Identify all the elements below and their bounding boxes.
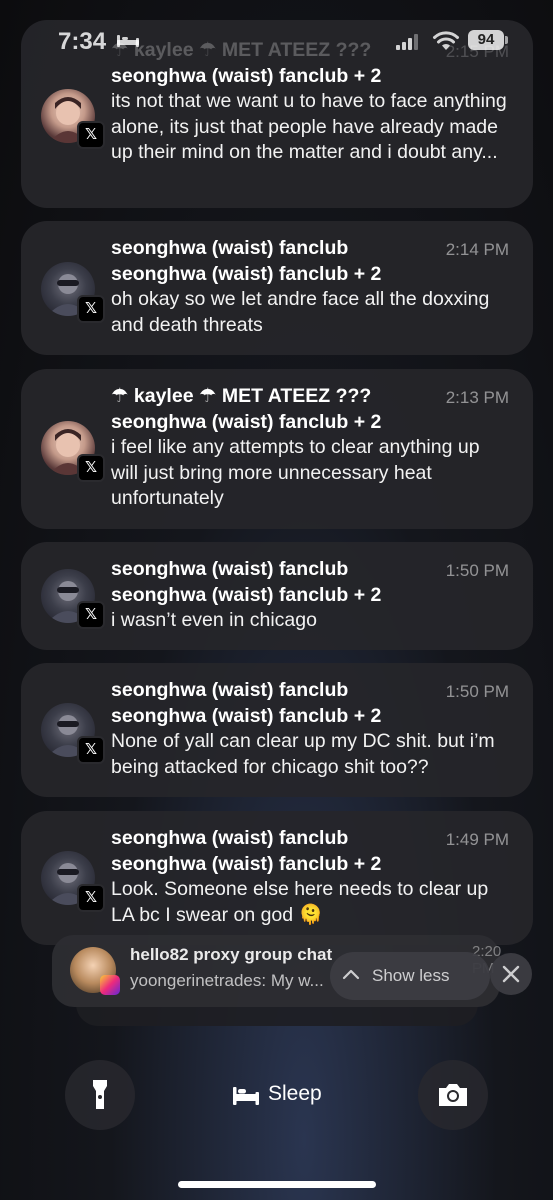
show-less-label: Show less bbox=[372, 966, 450, 985]
battery-indicator: 94 bbox=[468, 30, 504, 50]
wifi-icon bbox=[433, 31, 459, 50]
notification-body: i wasn’t even in chicago bbox=[111, 609, 317, 631]
notification-card-6[interactable]: 𝕏 seonghwa (waist) fanclub seonghwa (wai… bbox=[21, 811, 533, 945]
notification-time: 1:50 PM bbox=[445, 561, 509, 580]
x-app-icon: 𝕏 bbox=[77, 884, 105, 912]
notification-body: i feel like any attempts to clear anythi… bbox=[111, 436, 480, 509]
notification-body: oh okay so we let andre face all the dox… bbox=[111, 288, 490, 336]
notification-body: Look. Someone else here needs to clear u… bbox=[111, 878, 489, 926]
status-bar: 7:34 94 bbox=[0, 0, 553, 80]
bed-icon bbox=[233, 1087, 259, 1105]
clear-notifications-button[interactable] bbox=[490, 953, 532, 995]
notification-time: 2:13 PM bbox=[445, 388, 509, 407]
flashlight-icon bbox=[93, 1080, 107, 1109]
notification-group: seonghwa (waist) fanclub + 2 bbox=[111, 704, 382, 727]
status-time: 7:34 bbox=[58, 28, 107, 55]
notification-time: 1:49 PM bbox=[445, 830, 509, 849]
x-app-icon: 𝕏 bbox=[77, 121, 105, 149]
battery-nub bbox=[505, 36, 508, 44]
flashlight-button[interactable] bbox=[65, 1060, 135, 1130]
camera-icon bbox=[439, 1084, 467, 1106]
show-less-button[interactable]: Show less bbox=[330, 952, 490, 1000]
notification-group: seonghwa (waist) fanclub + 2 bbox=[111, 262, 382, 285]
notification-card-3[interactable]: 𝕏 ☂ kaylee ☂ MET ATEEZ ??? seonghwa (wai… bbox=[21, 369, 533, 529]
notification-body: None of yall can clear up my DC shit. bu… bbox=[111, 730, 495, 778]
home-indicator[interactable] bbox=[178, 1181, 376, 1188]
cellular-signal-icon bbox=[396, 34, 418, 50]
notification-group: seonghwa (waist) fanclub + 2 bbox=[111, 583, 382, 606]
sleep-focus-icon bbox=[117, 35, 139, 47]
sleep-label: Sleep bbox=[268, 1082, 322, 1105]
x-app-icon: 𝕏 bbox=[77, 295, 105, 323]
notification-body: its not that we want u to have to face a… bbox=[111, 90, 507, 163]
x-app-icon: 𝕏 bbox=[77, 736, 105, 764]
instagram-app-icon bbox=[100, 975, 120, 995]
notification-group: seonghwa (waist) fanclub + 2 bbox=[111, 852, 382, 875]
notification-time: 2:14 PM bbox=[445, 240, 509, 259]
x-app-icon: 𝕏 bbox=[77, 601, 105, 629]
notification-card-4[interactable]: 𝕏 seonghwa (waist) fanclub seonghwa (wai… bbox=[21, 542, 533, 650]
close-icon bbox=[502, 965, 520, 983]
notification-card-5[interactable]: 𝕏 seonghwa (waist) fanclub seonghwa (wai… bbox=[21, 663, 533, 797]
notification-group: seonghwa (waist) fanclub + 2 bbox=[111, 410, 382, 433]
notification-card-2[interactable]: 𝕏 seonghwa (waist) fanclub seonghwa (wai… bbox=[21, 221, 533, 355]
camera-button[interactable] bbox=[418, 1060, 488, 1130]
x-app-icon: 𝕏 bbox=[77, 454, 105, 482]
chevron-up-icon bbox=[342, 969, 360, 980]
notification-time: 1:50 PM bbox=[445, 682, 509, 701]
